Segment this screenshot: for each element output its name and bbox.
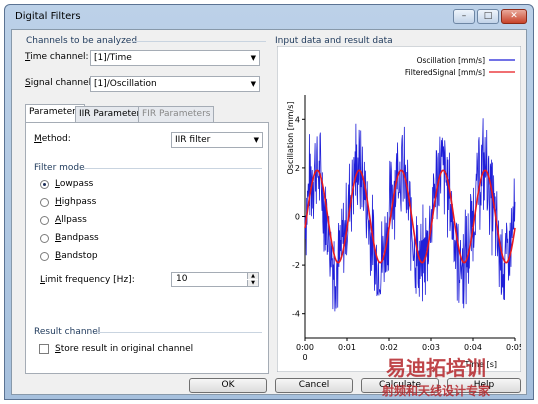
spin-down-icon[interactable]: ▼ <box>247 280 258 286</box>
window-title: Digital Filters <box>15 11 81 22</box>
y-axis-label: Oscillation [mm/s] <box>286 102 295 175</box>
signal-channel-label: Signal channel: <box>25 78 95 88</box>
minimize-icon: – <box>461 11 467 21</box>
ok-button-label: OK <box>221 380 235 390</box>
result-channel-divider <box>96 332 262 333</box>
chart-group-label: Input data and result data <box>275 36 393 46</box>
y-tick-label: 4 <box>295 115 300 124</box>
parameters-panel: Method: IIR filter ▼ Filter mode Lowpass… <box>25 122 269 374</box>
channels-group-divider <box>132 41 266 42</box>
store-result-checkbox[interactable] <box>39 344 49 354</box>
filter-mode-label: Filter mode <box>34 163 85 173</box>
y-tick-label: 0 <box>295 213 300 222</box>
time-channel-label: Time channel: <box>25 52 89 62</box>
maximize-icon: □ <box>483 11 493 21</box>
x-tick-label: 0:00 <box>296 343 314 352</box>
chevron-down-icon: ▼ <box>253 136 259 144</box>
lowpass-label: Lowpass <box>55 179 94 189</box>
channels-group-label: Channels to be analyzed <box>26 36 138 46</box>
bandstop-radio[interactable] <box>40 252 49 261</box>
highpass-label: Highpass <box>55 197 97 207</box>
chart-svg: 4 2 0 -2 -4 0:00 0:01 0:02 0:03 0:04 0:05 Oscilla… <box>277 46 521 372</box>
tab-parameters-label: Parameters <box>29 107 81 117</box>
x-tick-label: 0:05 <box>506 343 521 352</box>
lowpass-radio[interactable] <box>40 180 49 189</box>
legend-label-oscillation: Oscillation [mm/s] <box>417 56 486 65</box>
result-channel-label: Result channel <box>34 327 101 337</box>
x-tick-label: 0:04 <box>464 343 482 352</box>
bandpass-label: Bandpass <box>55 233 99 243</box>
tab-iir-parameters-label: IIR Parameters <box>79 109 145 119</box>
cancel-button-label: Cancel <box>298 380 330 390</box>
cancel-button[interactable]: Cancel <box>275 378 353 393</box>
store-result-label: Store result in original channel <box>55 344 194 354</box>
watermark-line1: 易迪拓培训 <box>386 356 486 380</box>
bandpass-radio[interactable] <box>40 234 49 243</box>
method-label: Method: <box>34 134 71 144</box>
x-tick-label: 0:02 <box>380 343 398 352</box>
dialog-client-area: Channels to be analyzed Time channel: [1… <box>11 29 527 395</box>
bandstop-label: Bandstop <box>55 251 98 261</box>
filter-mode-divider <box>84 168 262 169</box>
maximize-button[interactable]: □ <box>477 9 499 24</box>
limit-frequency-input[interactable]: 10 ▲ ▼ <box>171 272 259 287</box>
dialog-window: Digital Filters – □ ✕ Channels to be ana… <box>4 4 534 400</box>
signal-channel-value: [1]/Oscillation <box>94 79 157 89</box>
close-icon: ✕ <box>510 11 518 21</box>
tab-fir-parameters[interactable]: FIR Parameters <box>138 106 215 122</box>
x-tick-label: 0:01 <box>338 343 356 352</box>
x-tick-label: 0:03 <box>422 343 440 352</box>
time-channel-value: [1]/Time <box>94 53 132 63</box>
legend-label-filtered: FilteredSignal [mm/s] <box>405 68 485 77</box>
allpass-label: Allpass <box>55 215 87 225</box>
limit-frequency-value: 10 <box>176 274 188 284</box>
close-button[interactable]: ✕ <box>501 9 527 24</box>
time-channel-select[interactable]: [1]/Time ▼ <box>90 50 260 66</box>
chevron-down-icon: ▼ <box>250 80 256 88</box>
minimize-button[interactable]: – <box>453 9 475 24</box>
watermark-line2: 射频和天线设计专家 <box>382 384 491 398</box>
signal-channel-select[interactable]: [1]/Oscillation ▼ <box>90 76 260 92</box>
method-value: IIR filter <box>175 135 211 145</box>
allpass-radio[interactable] <box>40 216 49 225</box>
y-tick-label: -4 <box>292 310 300 319</box>
method-select[interactable]: IIR filter ▼ <box>171 132 263 148</box>
spin-up-icon[interactable]: ▲ <box>247 273 258 279</box>
tab-fir-parameters-label: FIR Parameters <box>142 109 211 119</box>
limit-frequency-label: Limit frequency [Hz]: <box>40 275 135 285</box>
ok-button[interactable]: OK <box>189 378 267 393</box>
y-tick-label: -2 <box>292 261 300 270</box>
chart-container: 4 2 0 -2 -4 0:00 0:01 0:02 0:03 0:04 0:05 Oscilla… <box>277 46 521 372</box>
title-bar: Digital Filters – □ ✕ <box>5 5 533 29</box>
chevron-down-icon: ▼ <box>250 54 256 62</box>
x-axis-start-label: 0 <box>302 353 307 362</box>
highpass-radio[interactable] <box>40 198 49 207</box>
y-tick-label: 2 <box>295 164 300 173</box>
